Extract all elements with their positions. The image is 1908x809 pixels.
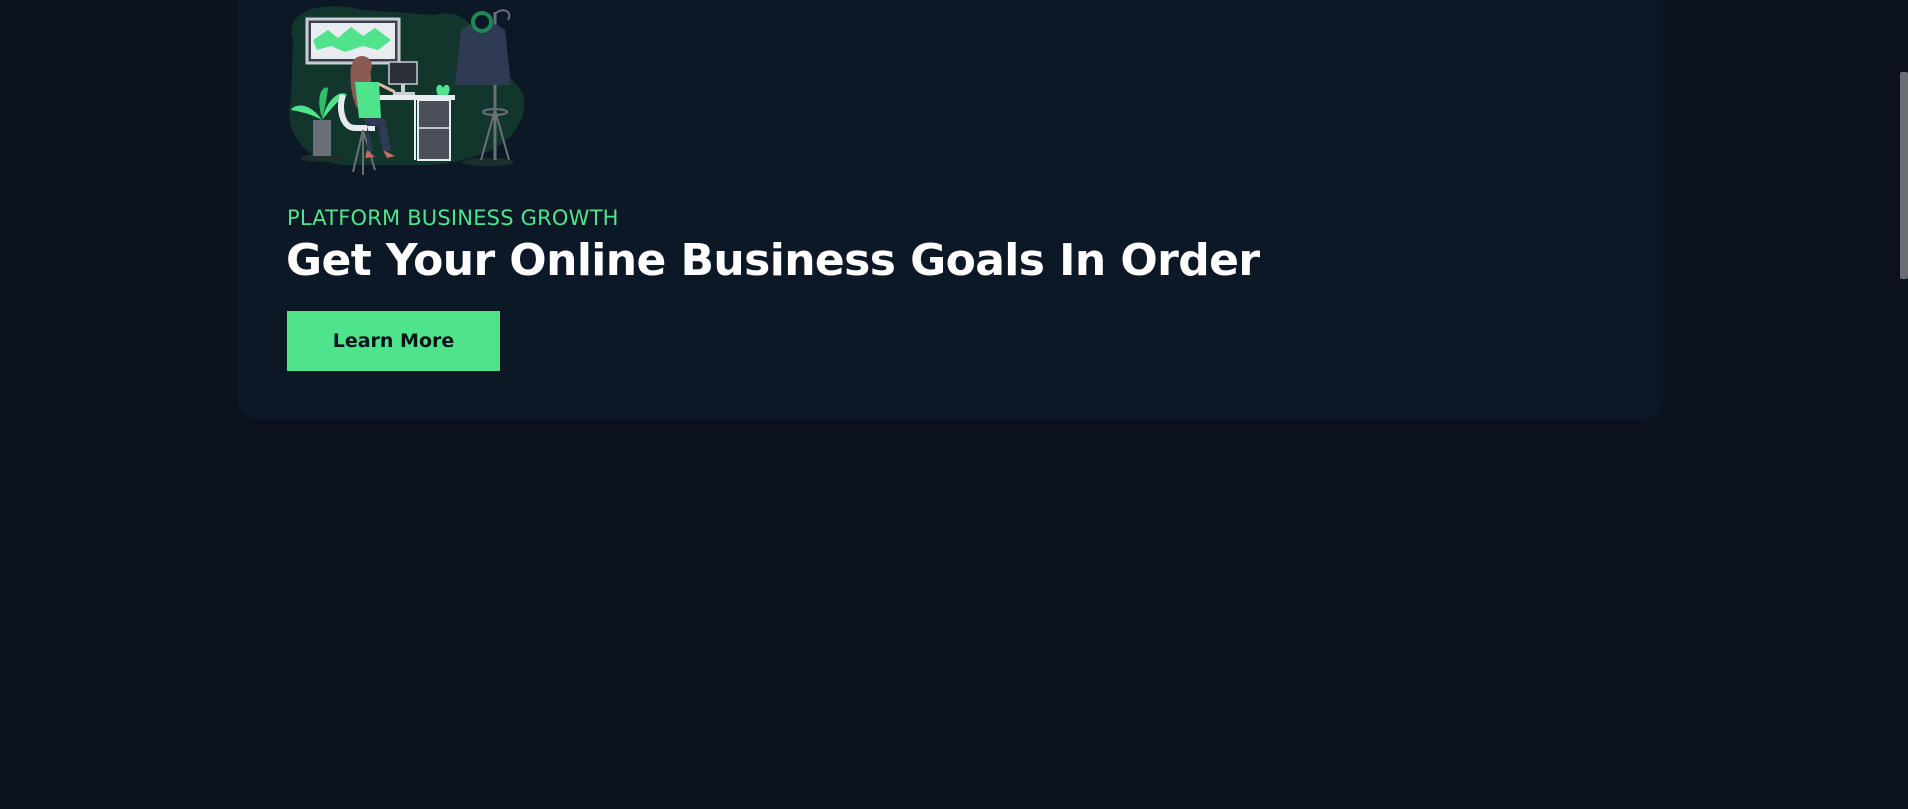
scrollbar-thumb[interactable] [1900, 72, 1908, 279]
hero-headline: Get Your Online Business Goals In Order [286, 235, 1260, 286]
scrollbar-track[interactable] [1898, 0, 1908, 809]
page: PLATFORM BUSINESS GROWTH Get Your Online… [0, 0, 1908, 809]
learn-more-button[interactable]: Learn More [287, 311, 500, 371]
hero-eyebrow: PLATFORM BUSINESS GROWTH [287, 206, 619, 230]
woman-at-desk-illustration-icon [289, 6, 525, 175]
